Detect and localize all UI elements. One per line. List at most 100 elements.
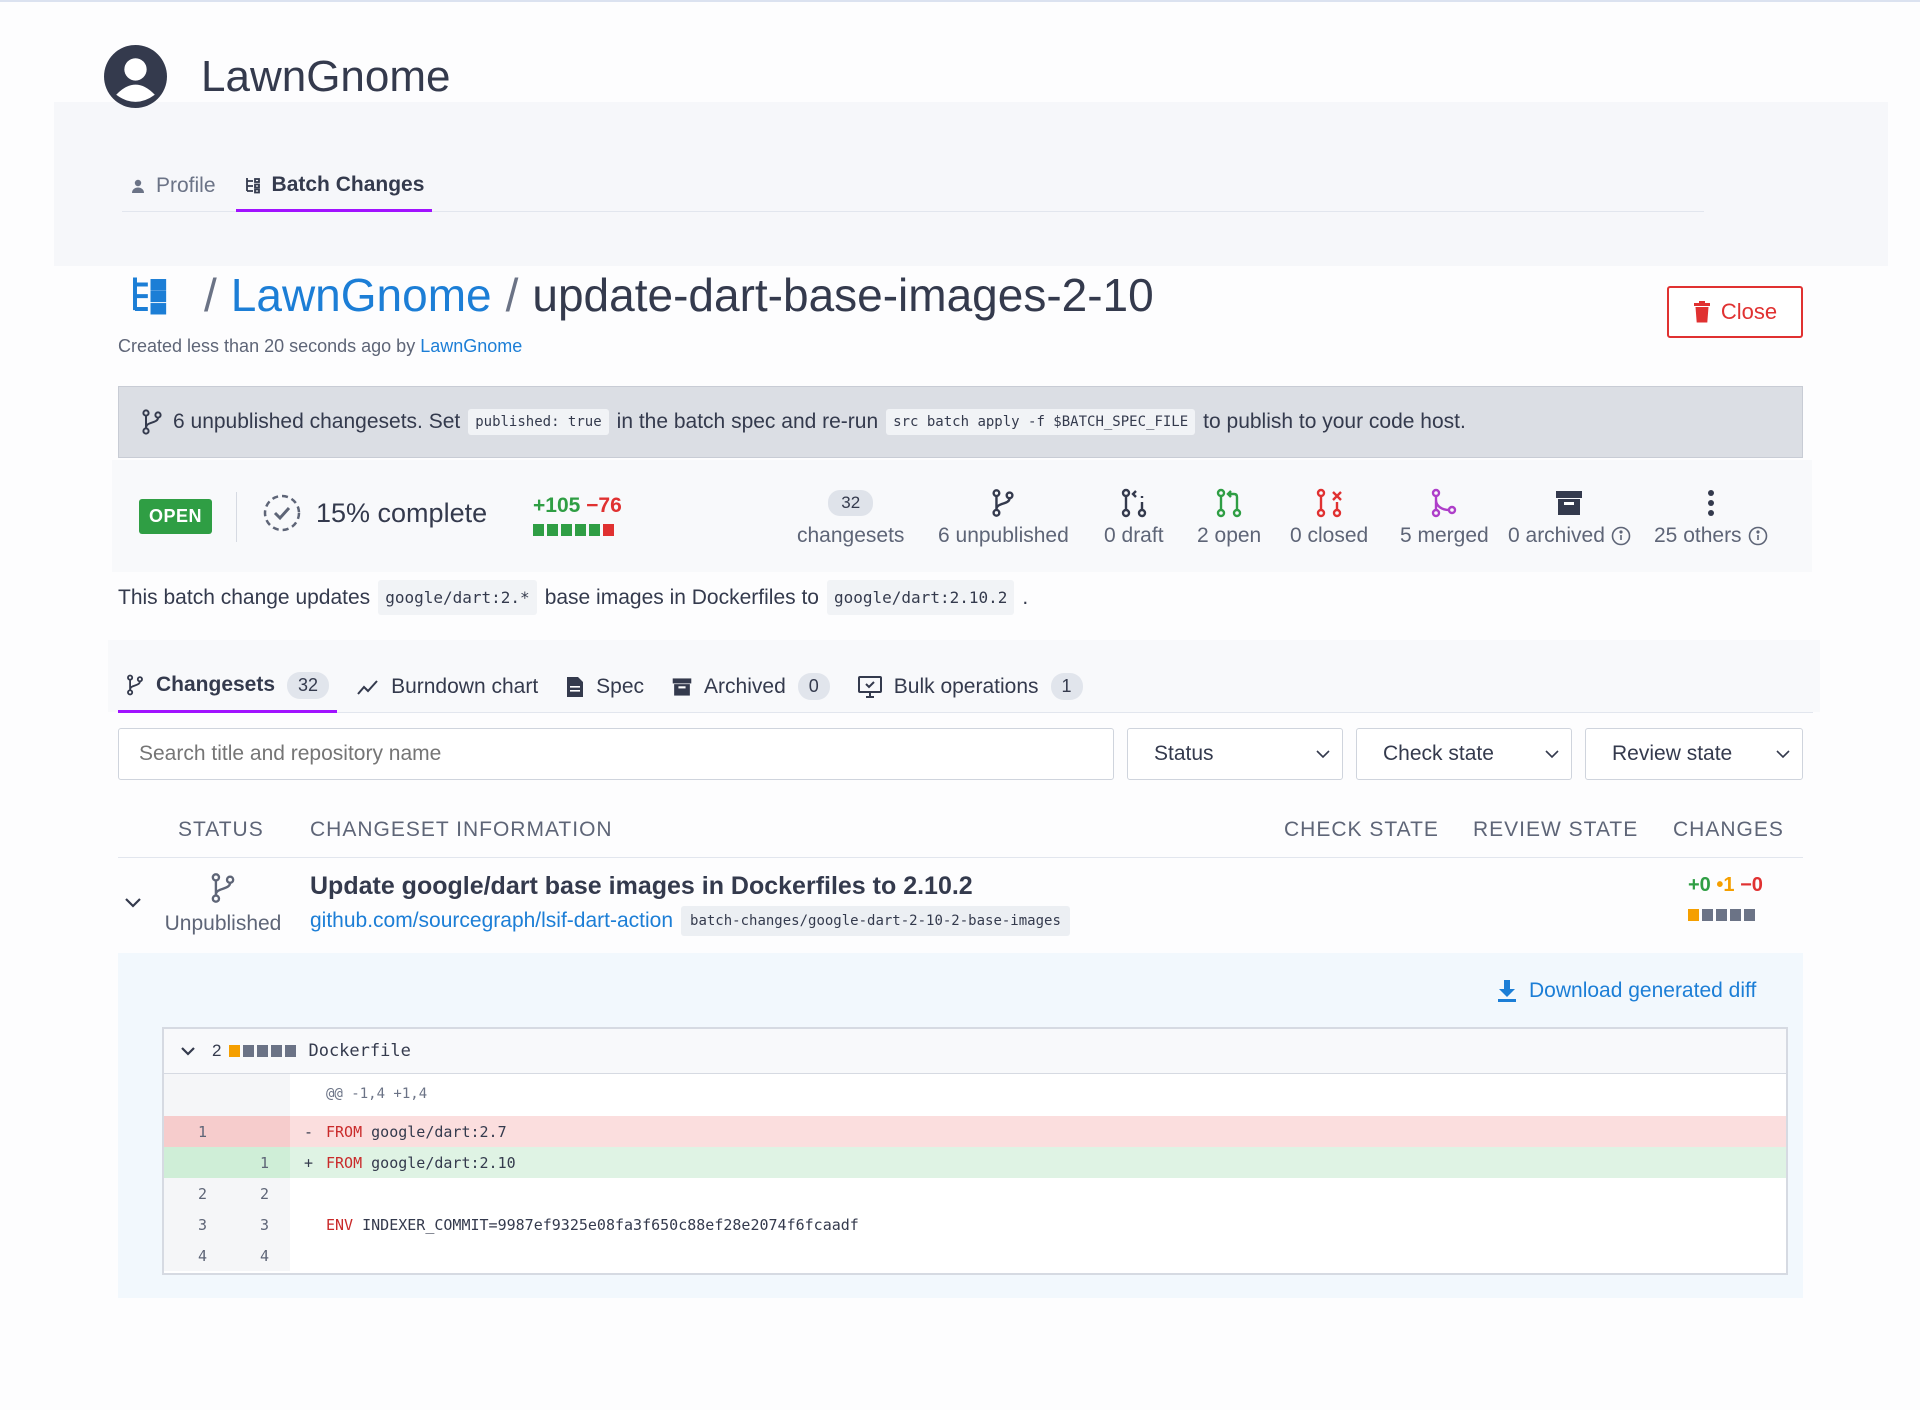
chevron-down-icon: [1776, 749, 1790, 758]
tab-spec[interactable]: Spec: [558, 660, 652, 713]
top-border: [0, 0, 1920, 2]
tab-archived-count: 0: [797, 673, 830, 700]
file-name: Dockerfile: [308, 1041, 411, 1061]
info-icon[interactable]: [1748, 526, 1768, 546]
old-line-number: 2: [198, 1185, 208, 1203]
branch-icon: [142, 409, 162, 435]
file-diff-count: 2: [212, 1041, 222, 1060]
tab-profile-label: Profile: [156, 174, 216, 197]
batch-changes-icon: [245, 177, 260, 193]
lines-removed: −76: [586, 494, 622, 517]
download-icon: [1498, 980, 1516, 1002]
diff-body: @@ -1,4 +1,4 1 - FROM google/dart:2.7 1 …: [164, 1074, 1786, 1271]
person-icon: [132, 179, 144, 193]
changeset-repo-row: github.com/sourcegraph/lsif-dart-action …: [310, 906, 1078, 936]
open-label: 2 open: [1197, 524, 1262, 547]
others-label: 25 others: [1654, 524, 1742, 547]
unpublished-icon: [992, 489, 1014, 517]
file-diff: 2 Dockerfile @@ -1,4 +1,4 1 - FROM googl…: [162, 1027, 1788, 1275]
chart-line-icon: [357, 679, 378, 695]
trash-icon: [1693, 301, 1710, 323]
new-line-number: 4: [260, 1247, 270, 1265]
namespace-link[interactable]: LawnGnome: [231, 268, 492, 322]
title-separator: /: [505, 269, 519, 321]
stat-others: 25 others: [1654, 486, 1768, 548]
close-button[interactable]: Close: [1667, 286, 1803, 338]
archive-icon: [672, 677, 692, 696]
stat-draft: 0 draft: [1104, 486, 1164, 548]
diff-line: 3 3 ENV INDEXER_COMMIT=9987ef9325e08fa3f…: [164, 1209, 1786, 1240]
tab-batch-changes[interactable]: Batch Changes: [235, 160, 433, 212]
user-name: LawnGnome: [201, 51, 451, 101]
open-pr-icon: [1216, 488, 1242, 518]
description-text-2: base images in Dockerfiles to: [544, 585, 819, 609]
stat-total: 32 changesets: [797, 486, 904, 548]
file-diff-header[interactable]: 2 Dockerfile: [164, 1029, 1786, 1074]
archive-icon: [1556, 491, 1583, 515]
tab-bulk-operations[interactable]: Bulk operations 1: [850, 660, 1091, 713]
closed-label: 0 closed: [1290, 524, 1369, 547]
tab-changesets-count: 32: [287, 671, 330, 699]
changeset-status-label: Unpublished: [164, 912, 282, 935]
download-diff-link[interactable]: Download generated diff: [1497, 979, 1756, 1003]
changeset-diffstat-blocks: [1688, 909, 1763, 921]
review-state-select[interactable]: Review state: [1585, 728, 1803, 780]
draft-label: 0 draft: [1104, 524, 1164, 547]
tab-archived[interactable]: Archived 0: [664, 660, 838, 713]
diff-sign: -: [304, 1123, 314, 1141]
progress: 15% complete: [262, 493, 487, 533]
tab-burndown-chart[interactable]: Burndown chart: [349, 660, 546, 713]
banner-code-command: src batch apply -f $BATCH_SPEC_FILE: [886, 409, 1196, 435]
user-tabs: Profile Batch Changes: [122, 160, 1704, 212]
changeset-added: +0: [1688, 874, 1711, 896]
title-separator: /: [204, 269, 217, 321]
content-tabs: Changesets 32 Burndown chart Spec Archiv…: [118, 660, 1813, 713]
status-select-value: Status: [1154, 742, 1214, 765]
diff-line: 1 + FROM google/dart:2.10: [164, 1147, 1786, 1178]
chevron-down-icon: [1545, 749, 1559, 758]
chevron-down-icon: [181, 1047, 195, 1056]
diff-line: 1 - FROM google/dart:2.7: [164, 1116, 1786, 1147]
created-text: Created less than 20 seconds ago by: [118, 336, 416, 356]
info-icon[interactable]: [1611, 526, 1631, 546]
progress-label: 15% complete: [316, 497, 488, 528]
header-changes: CHANGES: [1673, 818, 1784, 841]
search-input[interactable]: [118, 728, 1114, 780]
banner-text-3: to publish to your code host.: [1203, 410, 1466, 433]
header-review-state: REVIEW STATE: [1473, 818, 1639, 841]
tab-changesets[interactable]: Changesets 32: [118, 660, 338, 713]
new-line-number: 2: [260, 1185, 270, 1203]
batch-changes-icon: [133, 277, 167, 315]
download-diff-label: Download generated diff: [1529, 979, 1757, 1002]
tab-burndown-label: Burndown chart: [391, 674, 539, 698]
unpublished-icon: [211, 873, 235, 903]
tab-profile[interactable]: Profile: [122, 160, 224, 212]
check-state-select[interactable]: Check state: [1356, 728, 1572, 780]
repo-link[interactable]: github.com/sourcegraph/lsif-dart-action: [310, 909, 673, 933]
header-changeset-info: CHANGESET INFORMATION: [310, 818, 613, 841]
chevron-down-icon[interactable]: [124, 897, 142, 909]
draft-pr-icon: [1121, 488, 1146, 518]
diff-code: FROM google/dart:2.7: [326, 1123, 507, 1141]
stat-open: 2 open: [1197, 486, 1261, 548]
user-header: LawnGnome: [103, 44, 450, 109]
merged-icon: [1432, 488, 1457, 518]
tab-bulk-label: Bulk operations: [893, 674, 1039, 698]
status-select[interactable]: Status: [1127, 728, 1343, 780]
page-title: / LawnGnome / update-dart-base-images-2-…: [128, 268, 1154, 322]
banner-text-2: in the batch spec and re-run: [616, 410, 879, 433]
branch-icon: [127, 674, 143, 696]
total-label: changesets: [797, 524, 905, 547]
batch-change-name: update-dart-base-images-2-10: [532, 269, 1154, 321]
batch-diffstat: +105 −76: [533, 494, 622, 536]
description-text-3: .: [1022, 585, 1029, 609]
closed-pr-icon: [1316, 488, 1342, 518]
changeset-diffstat: +0 •1 −0: [1688, 874, 1763, 921]
created-info: Created less than 20 seconds ago by Lawn…: [118, 336, 522, 357]
author-link[interactable]: LawnGnome: [420, 336, 522, 356]
total-count: 32: [828, 490, 874, 516]
new-line-number: 3: [260, 1216, 270, 1234]
progress-check-icon: [263, 494, 301, 532]
monitor-icon: [857, 675, 882, 698]
tab-archived-label: Archived: [704, 674, 786, 698]
